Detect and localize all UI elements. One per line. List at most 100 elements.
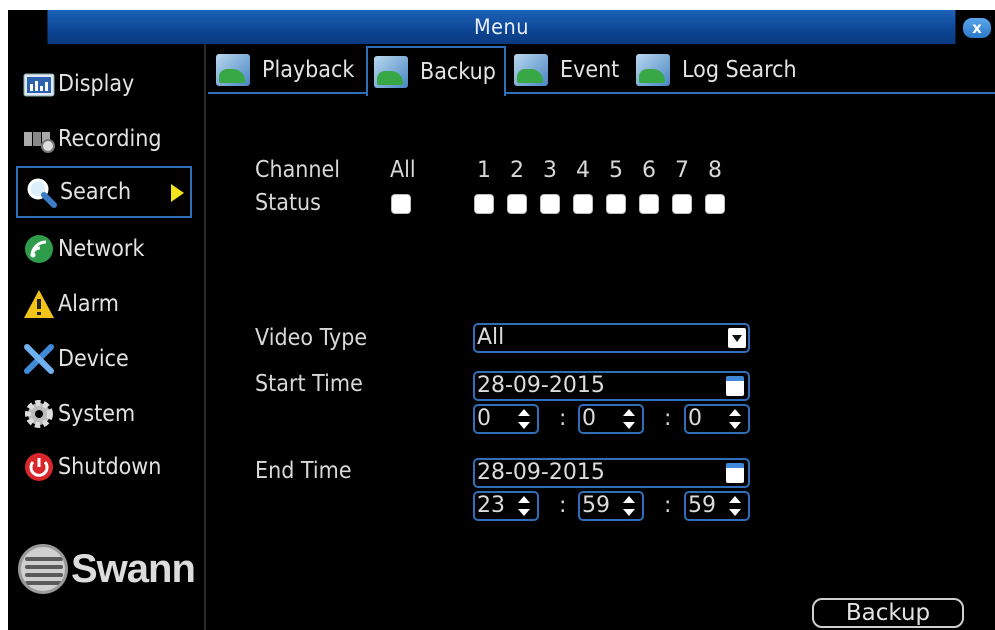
channel-number: 1 bbox=[477, 158, 491, 183]
close-button[interactable]: x bbox=[963, 18, 991, 38]
start-second-value: 0 bbox=[688, 406, 702, 431]
tab-label: Playback bbox=[262, 57, 355, 83]
channel-label: Channel bbox=[255, 157, 340, 183]
tab-log-search[interactable]: Log Search bbox=[630, 46, 810, 94]
channel-2-checkbox[interactable] bbox=[507, 194, 527, 214]
sidebar-item-system[interactable]: System bbox=[16, 388, 192, 440]
window-title: Menu bbox=[47, 10, 956, 44]
gear-icon bbox=[22, 397, 56, 431]
channel-8-checkbox[interactable] bbox=[705, 194, 725, 214]
start-minute-value: 0 bbox=[582, 406, 596, 431]
tab-bar: Playback Backup Event Log Search bbox=[208, 44, 995, 96]
sidebar-item-label: System bbox=[58, 401, 136, 427]
channel-number: 6 bbox=[642, 158, 656, 183]
status-label: Status bbox=[255, 190, 321, 216]
channel-number: 3 bbox=[543, 158, 557, 183]
channel-5-checkbox[interactable] bbox=[606, 194, 626, 214]
channel-6-checkbox[interactable] bbox=[639, 194, 659, 214]
end-minute-spinner[interactable]: 59 bbox=[578, 491, 644, 521]
end-hour-spinner[interactable]: 23 bbox=[473, 491, 539, 521]
calendar-icon[interactable] bbox=[726, 463, 744, 483]
channel-all-checkbox[interactable] bbox=[391, 194, 411, 214]
sidebar-item-label: Network bbox=[58, 236, 145, 262]
channel-number: 7 bbox=[675, 158, 689, 183]
channel-number: 2 bbox=[510, 158, 524, 183]
start-hour-spinner[interactable]: 0 bbox=[473, 404, 539, 434]
video-type-select[interactable]: All bbox=[473, 323, 750, 353]
sidebar-item-recording[interactable]: Recording bbox=[16, 113, 192, 165]
power-icon bbox=[22, 450, 56, 484]
spinner-arrows-icon[interactable] bbox=[517, 408, 531, 430]
start-minute-spinner[interactable]: 0 bbox=[578, 404, 644, 434]
spinner-arrows-icon[interactable] bbox=[728, 408, 742, 430]
end-date-value: 28-09-2015 bbox=[477, 460, 605, 485]
device-icon bbox=[22, 342, 56, 376]
display-icon bbox=[22, 67, 56, 101]
search-icon bbox=[24, 175, 58, 209]
start-time-label: Start Time bbox=[255, 371, 363, 397]
log-search-tab-icon bbox=[636, 54, 670, 86]
swann-logo: Swann bbox=[18, 534, 203, 604]
end-minute-value: 59 bbox=[582, 493, 610, 518]
menu-window: Menu x Display Recording Search Network … bbox=[8, 10, 995, 630]
alarm-icon bbox=[22, 287, 56, 321]
end-second-spinner[interactable]: 59 bbox=[684, 491, 750, 521]
sidebar-item-label: Device bbox=[58, 346, 129, 372]
end-time-label: End Time bbox=[255, 458, 352, 484]
channel-number: 4 bbox=[576, 158, 590, 183]
video-type-label: Video Type bbox=[255, 325, 368, 351]
sidebar-item-device[interactable]: Device bbox=[16, 333, 192, 385]
end-hour-value: 23 bbox=[477, 493, 505, 518]
chevron-down-icon[interactable] bbox=[728, 328, 746, 348]
start-hour-value: 0 bbox=[477, 406, 491, 431]
network-icon bbox=[22, 232, 56, 266]
backup-tab-icon bbox=[374, 56, 408, 88]
time-separator: : bbox=[664, 493, 672, 518]
sidebar-item-display[interactable]: Display bbox=[16, 58, 192, 110]
playback-tab-icon bbox=[216, 54, 250, 86]
spinner-arrows-icon[interactable] bbox=[622, 495, 636, 517]
channel-number: 5 bbox=[609, 158, 623, 183]
tab-event[interactable]: Event bbox=[508, 46, 628, 94]
start-second-spinner[interactable]: 0 bbox=[684, 404, 750, 434]
logo-text: Swann bbox=[71, 546, 196, 591]
tab-label: Backup bbox=[420, 59, 496, 85]
sidebar-item-network[interactable]: Network bbox=[16, 223, 192, 275]
start-date-field[interactable]: 28-09-2015 bbox=[473, 371, 750, 401]
recording-icon bbox=[22, 122, 56, 156]
sidebar-item-search[interactable]: Search bbox=[16, 166, 192, 218]
channel-1-checkbox[interactable] bbox=[474, 194, 494, 214]
start-date-value: 28-09-2015 bbox=[477, 373, 605, 398]
backup-button[interactable]: Backup bbox=[812, 598, 964, 628]
tab-playback[interactable]: Playback bbox=[210, 46, 364, 94]
calendar-icon[interactable] bbox=[726, 376, 744, 396]
sidebar-item-label: Recording bbox=[58, 126, 162, 152]
logo-mark-icon bbox=[18, 544, 68, 594]
sidebar-item-alarm[interactable]: Alarm bbox=[16, 278, 192, 330]
sidebar-item-shutdown[interactable]: Shutdown bbox=[16, 441, 192, 493]
sidebar-item-label: Shutdown bbox=[58, 454, 162, 480]
time-separator: : bbox=[559, 493, 567, 518]
end-date-field[interactable]: 28-09-2015 bbox=[473, 458, 750, 488]
time-separator: : bbox=[559, 406, 567, 431]
sidebar-item-label: Search bbox=[60, 179, 132, 205]
spinner-arrows-icon[interactable] bbox=[517, 495, 531, 517]
spinner-arrows-icon[interactable] bbox=[622, 408, 636, 430]
tab-label: Log Search bbox=[682, 57, 797, 83]
end-second-value: 59 bbox=[688, 493, 716, 518]
time-separator: : bbox=[664, 406, 672, 431]
active-arrow-icon bbox=[171, 184, 184, 202]
channel-number: 8 bbox=[708, 158, 722, 183]
channel-3-checkbox[interactable] bbox=[540, 194, 560, 214]
sidebar-item-label: Display bbox=[58, 71, 135, 97]
tab-backup[interactable]: Backup bbox=[366, 46, 506, 96]
spinner-arrows-icon[interactable] bbox=[728, 495, 742, 517]
sidebar-item-label: Alarm bbox=[58, 291, 119, 317]
tab-label: Event bbox=[560, 57, 620, 83]
sidebar: Display Recording Search Network Alarm D… bbox=[8, 44, 205, 630]
channel-7-checkbox[interactable] bbox=[672, 194, 692, 214]
sidebar-divider bbox=[204, 44, 206, 630]
channel-all-label: All bbox=[390, 157, 416, 183]
channel-4-checkbox[interactable] bbox=[573, 194, 593, 214]
video-type-value: All bbox=[477, 325, 505, 350]
